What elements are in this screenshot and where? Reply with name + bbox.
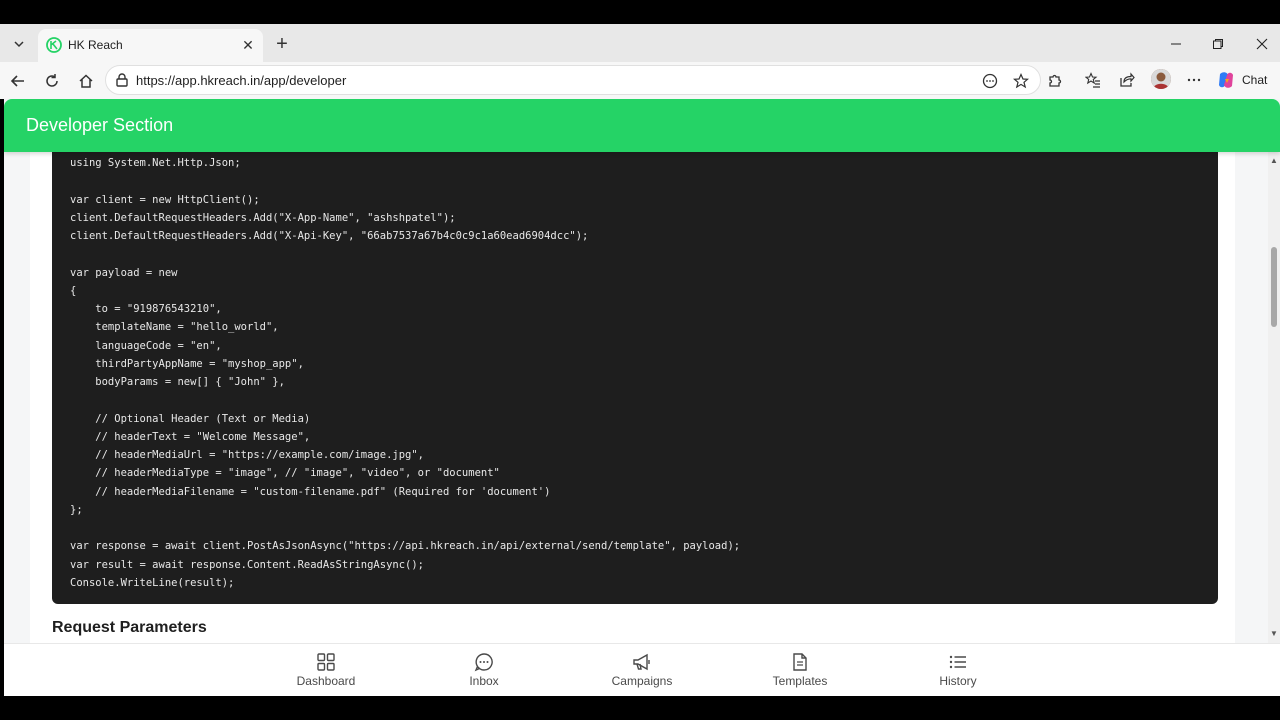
code-line: thirdPartyAppName = "myshop_app",	[70, 357, 304, 370]
code-line: // headerMediaUrl = "https://example.com…	[70, 449, 425, 461]
copilot-chat-button[interactable]: Chat	[1216, 67, 1276, 93]
scroll-down-arrow-icon[interactable]: ▼	[1270, 629, 1278, 638]
star-icon	[1013, 73, 1029, 89]
code-line: // Optional Header (Text or Media)	[70, 412, 311, 425]
share-icon	[1120, 72, 1135, 87]
code-line: templateName = "hello_world",	[70, 321, 279, 334]
back-button[interactable]	[5, 68, 31, 94]
favorites-list-icon	[1085, 72, 1100, 88]
code-line: languageCode = "en",	[70, 339, 222, 352]
code-line: Console.WriteLine(result);	[70, 576, 235, 589]
home-icon	[79, 74, 93, 88]
puzzle-icon	[1049, 74, 1062, 87]
code-line: client.DefaultRequestHeaders.Add("X-Api-…	[70, 230, 589, 242]
chat-label: Chat	[1242, 73, 1268, 87]
tab-list-button[interactable]	[6, 31, 32, 57]
more-horizontal-icon	[1187, 78, 1201, 82]
grid-icon	[316, 652, 336, 672]
minimize-button[interactable]	[1165, 33, 1187, 55]
site-info-icon[interactable]	[114, 72, 130, 88]
page-viewport: Developer Section using System.Net.Http.…	[4, 99, 1280, 696]
code-line: var result = await response.Content.Read…	[70, 558, 425, 571]
close-window-button[interactable]	[1251, 33, 1273, 55]
close-icon	[1256, 38, 1268, 50]
arrow-left-icon	[10, 75, 24, 87]
chat-bubble-icon	[474, 652, 494, 672]
code-line: using System.Net.Http.Json;	[70, 157, 241, 169]
nav-label-campaigns: Campaigns	[611, 674, 673, 688]
code-line: client.DefaultRequestHeaders.Add("X-App-…	[70, 211, 456, 224]
code-line: to = "919876543210",	[70, 303, 222, 315]
share-button[interactable]	[1115, 68, 1139, 92]
nav-label-dashboard: Dashboard	[296, 674, 356, 688]
scroll-thumb[interactable]	[1271, 247, 1277, 327]
nav-label-templates: Templates	[772, 674, 828, 688]
url-text[interactable]: https://app.hkreach.in/app/developer	[136, 73, 346, 88]
new-tab-button[interactable]: +	[270, 32, 294, 56]
screen-top-border	[0, 0, 1280, 24]
page-header: Developer Section	[4, 99, 1280, 152]
nav-item-templates[interactable]: Templates	[755, 652, 845, 692]
list-icon	[948, 652, 968, 672]
bottom-navigation: Dashboard Inbox Campaigns Templates Hist…	[4, 643, 1280, 696]
scroll-up-arrow-icon[interactable]: ▲	[1270, 156, 1278, 165]
settings-more-button[interactable]	[1182, 68, 1206, 92]
code-line: var payload = new	[70, 266, 178, 279]
code-block[interactable]: using System.Net.Http.Json; var client =…	[52, 139, 1218, 604]
reading-mode-button[interactable]	[979, 70, 1001, 92]
reload-button[interactable]	[39, 68, 65, 94]
nav-item-history[interactable]: History	[913, 652, 1003, 692]
page-title: Developer Section	[26, 115, 174, 135]
favorite-button[interactable]	[1010, 70, 1032, 92]
minimize-icon	[1171, 43, 1181, 45]
code-line: {	[70, 284, 77, 297]
page-scrollbar[interactable]: ▲ ▼	[1268, 152, 1280, 643]
code-line: bodyParams = new[] { "John" },	[70, 376, 285, 388]
tab-title: HK Reach	[68, 38, 123, 52]
restore-button[interactable]	[1207, 33, 1229, 55]
browser-tab-strip: HK Reach ✕ +	[0, 24, 1280, 62]
code-line: };	[70, 503, 83, 516]
restore-icon	[1213, 39, 1223, 49]
home-button[interactable]	[73, 68, 99, 94]
browser-toolbar: https://app.hkreach.in/app/developer Cha…	[0, 62, 1280, 99]
code-line: // headerMediaType = "image", // "image"…	[70, 467, 500, 480]
profile-avatar[interactable]	[1151, 69, 1171, 89]
code-line: // headerMediaFilename = "custom-filenam…	[70, 485, 551, 498]
nav-item-campaigns[interactable]: Campaigns	[597, 652, 687, 692]
extensions-button[interactable]	[1043, 68, 1067, 92]
nav-item-inbox[interactable]: Inbox	[439, 652, 529, 692]
code-line: var response = await client.PostAsJsonAs…	[70, 540, 741, 553]
code-snippet[interactable]: using System.Net.Http.Json; var client =…	[70, 154, 740, 592]
nav-label-history: History	[939, 674, 977, 688]
hkreach-favicon-icon	[46, 37, 62, 53]
copilot-icon	[1219, 72, 1233, 88]
favorites-button[interactable]	[1081, 68, 1105, 92]
more-circle-icon	[982, 73, 998, 89]
browser-tab-active[interactable]: HK Reach ✕	[38, 29, 263, 62]
nav-label-inbox: Inbox	[469, 674, 499, 688]
document-icon	[790, 652, 810, 672]
chevron-down-icon	[14, 41, 24, 48]
nav-item-dashboard[interactable]: Dashboard	[281, 652, 371, 692]
screen-bottom-border	[0, 696, 1280, 720]
code-line: var client = new HttpClient();	[70, 193, 260, 206]
user-photo-icon	[1151, 69, 1171, 89]
address-bar[interactable]: https://app.hkreach.in/app/developer	[105, 65, 1041, 95]
megaphone-icon	[632, 652, 652, 672]
code-line: // headerText = "Welcome Message",	[70, 430, 311, 443]
close-tab-icon[interactable]: ✕	[240, 37, 256, 53]
request-parameters-heading: Request Parameters	[52, 619, 207, 636]
reload-icon	[46, 74, 58, 87]
